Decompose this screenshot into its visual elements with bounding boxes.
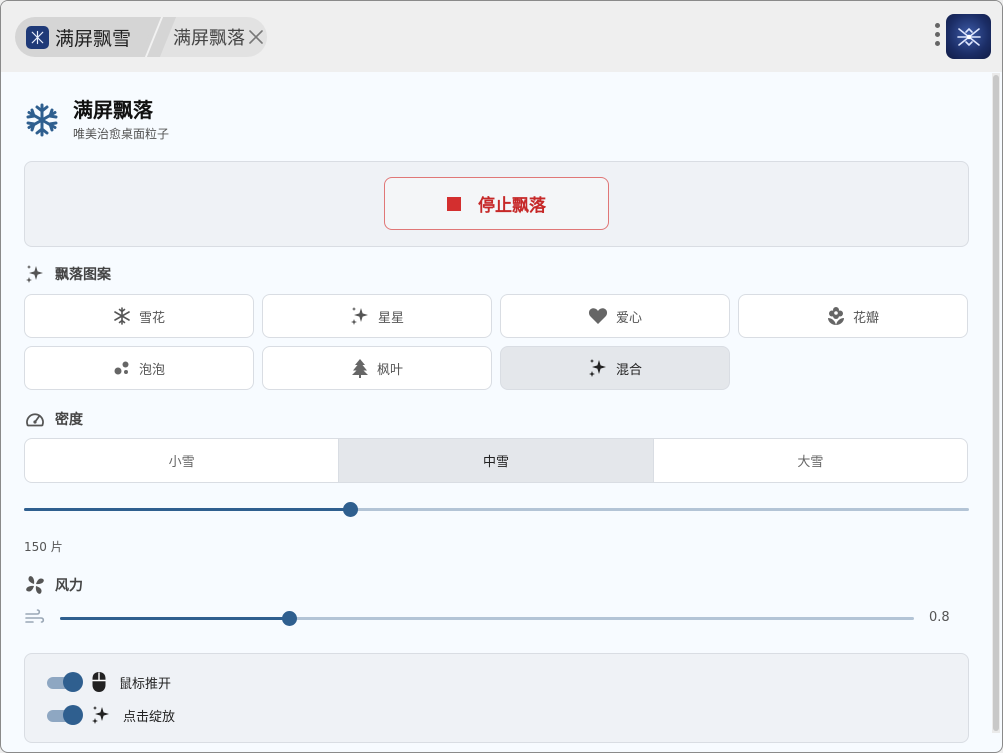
toggle-row-mouse: 鼠标推开 [45, 671, 171, 693]
sparkle-icon [26, 265, 43, 283]
sparkle-icon [92, 706, 109, 724]
bubbles-icon [114, 361, 129, 375]
gauge-icon [26, 413, 44, 427]
tab-active-label: 满屏飘雪 [55, 27, 132, 50]
close-icon[interactable] [247, 28, 265, 46]
page-title: 满屏飘落 [73, 98, 153, 122]
pattern-maple-button[interactable]: 枫叶 [262, 346, 492, 390]
toggle-card: 鼠标推开 点击绽放 [24, 653, 969, 743]
density-option-light[interactable]: 小雪 [25, 439, 340, 482]
stop-icon [447, 196, 461, 211]
app-avatar-icon[interactable] [946, 14, 991, 59]
pattern-label: 花瓣 [852, 310, 879, 326]
pattern-section-text: 飘落图案 [55, 267, 111, 283]
mouse-icon [92, 672, 106, 692]
click-bloom-toggle[interactable] [45, 704, 83, 726]
more-options-icon[interactable] [933, 23, 941, 51]
pattern-label: 泡泡 [138, 362, 165, 378]
tab-active[interactable]: 满屏飘雪 [15, 17, 158, 57]
density-option-medium[interactable]: 中雪 [339, 439, 654, 482]
toggle-label: 点击绽放 [123, 709, 176, 725]
wind-slider[interactable] [60, 611, 914, 626]
density-slider[interactable] [24, 502, 969, 517]
sparkle-icon [588, 359, 606, 377]
flower-icon [827, 307, 844, 325]
pattern-label: 星星 [377, 310, 404, 326]
density-slider-thumb[interactable] [343, 502, 358, 517]
wind-section-label: 风力 [25, 575, 83, 595]
title-bar: 满屏飘雪 满屏飘落 [1, 1, 1002, 72]
heart-icon [588, 308, 608, 324]
wind-value: 0.8 [929, 610, 950, 625]
density-segmented-control: 小雪 中雪 大雪 [24, 438, 968, 483]
density-slider-fill [24, 508, 350, 511]
scrollbar-thumb[interactable] [993, 75, 999, 731]
tab-inactive-label: 满屏飘落 [173, 28, 245, 49]
wind-icon [25, 609, 45, 629]
toggle-label: 鼠标推开 [119, 676, 172, 692]
pattern-section-label: 飘落图案 [25, 264, 111, 284]
density-option-heavy[interactable]: 大雪 [654, 439, 967, 482]
wind-section-text: 风力 [55, 578, 83, 594]
toggle-knob [63, 705, 83, 725]
pattern-heart-button[interactable]: 爱心 [500, 294, 730, 338]
density-section-label: 密度 [25, 409, 83, 429]
app-tab-icon [26, 25, 49, 49]
action-card: 停止飘落 [24, 161, 969, 247]
toggle-knob [63, 672, 83, 692]
app-window: 满屏飘雪 满屏飘落 满屏飘落 唯美治愈桌面粒子 停止飘落 飘落图案 雪花 星星 … [0, 0, 1003, 753]
pattern-label: 枫叶 [376, 362, 403, 378]
pattern-star-button[interactable]: 星星 [262, 294, 492, 338]
pattern-label: 混合 [615, 362, 642, 378]
wind-slider-thumb[interactable] [282, 611, 297, 626]
stop-button-label: 停止飘落 [478, 196, 546, 216]
pattern-label: 雪花 [138, 310, 165, 326]
pattern-mixed-button[interactable]: 混合 [500, 346, 730, 390]
density-section-text: 密度 [55, 412, 83, 428]
pattern-flower-button[interactable]: 花瓣 [738, 294, 968, 338]
tab-strip: 满屏飘雪 满屏飘落 [15, 17, 267, 57]
sparkle-icon [350, 307, 368, 325]
mouse-push-toggle[interactable] [45, 671, 83, 693]
tree-icon [351, 359, 368, 378]
snowflake-icon [114, 307, 130, 325]
page-subtitle: 唯美治愈桌面粒子 [73, 127, 170, 141]
toggle-row-click: 点击绽放 [45, 704, 175, 726]
density-count: 150 片 [24, 540, 63, 554]
pattern-snowflake-button[interactable]: 雪花 [24, 294, 254, 338]
wind-slider-fill [60, 617, 289, 620]
pattern-bubble-button[interactable]: 泡泡 [24, 346, 254, 390]
stop-button[interactable]: 停止飘落 [384, 177, 609, 230]
main-content: 满屏飘落 唯美治愈桌面粒子 停止飘落 飘落图案 雪花 星星 爱心 花瓣 泡泡 枫… [1, 72, 991, 752]
fan-icon [26, 576, 44, 594]
pattern-label: 爱心 [615, 310, 642, 326]
scrollbar[interactable] [992, 73, 1000, 733]
tab-inactive[interactable]: 满屏飘落 [173, 17, 245, 57]
snowflake-icon [25, 103, 59, 137]
